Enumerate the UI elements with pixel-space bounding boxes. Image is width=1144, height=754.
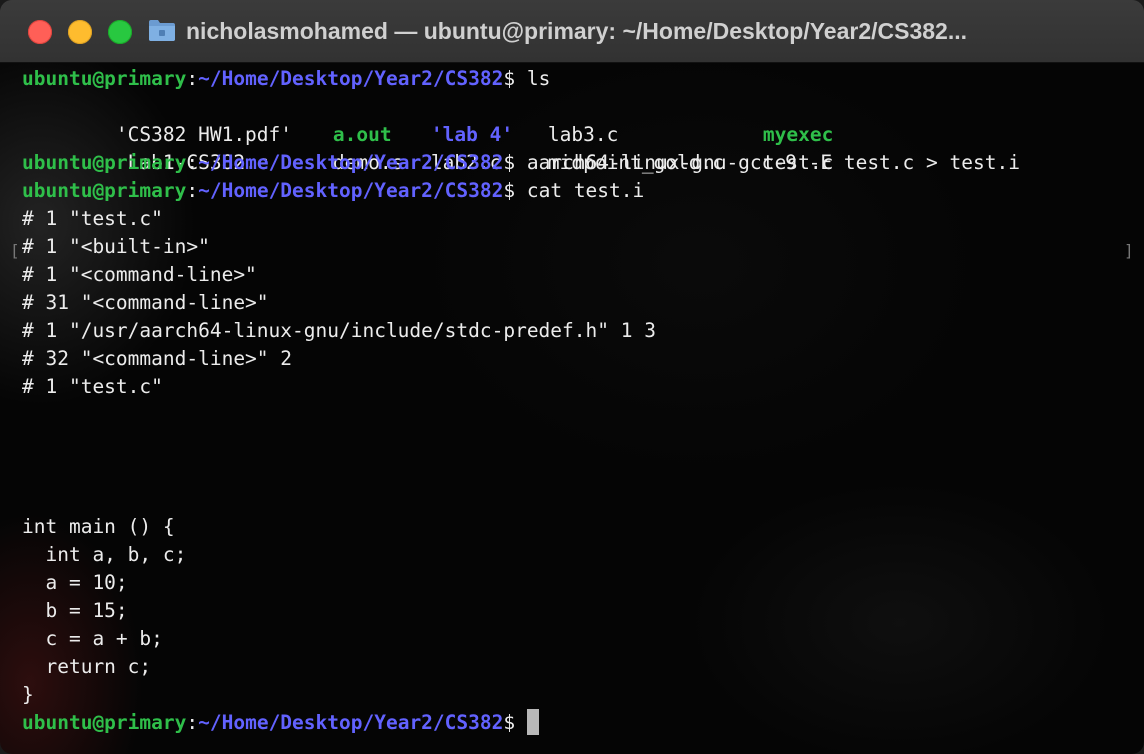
terminal-content[interactable]: [ ] ubuntu@primary:~/Home/Desktop/Year2/… [0, 63, 1144, 754]
prompt-user: ubuntu@primary [22, 67, 187, 90]
output-line: int main () { [22, 515, 175, 538]
prompt-user: ubuntu@primary [22, 179, 187, 202]
command-text: aarch64-linux-gnu-gcc-9 -E test.c > test… [526, 151, 1020, 174]
prompt-path: ~/Home/Desktop/Year2/CS382 [198, 67, 504, 90]
terminal-output: ubuntu@primary:~/Home/Desktop/Year2/CS38… [22, 65, 1020, 737]
prompt-path: ~/Home/Desktop/Year2/CS382 [198, 711, 504, 734]
output-line: # 31 "<command-line>" [22, 291, 269, 314]
output-line: } [22, 683, 34, 706]
output-line: b = 15; [22, 599, 128, 622]
prompt-user: ubuntu@primary [22, 711, 187, 734]
output-line: # 1 "test.c" [22, 375, 163, 398]
prompt-line: ubuntu@primary:~/Home/Desktop/Year2/CS38… [22, 149, 1020, 177]
close-button[interactable] [28, 20, 52, 44]
prompt-line: ubuntu@primary:~/Home/Desktop/Year2/CS38… [22, 65, 1020, 93]
ls-entry: a.out [332, 123, 392, 146]
output-line: # 1 "<built-in>" [22, 235, 210, 258]
mark-bracket-left: [ [10, 241, 20, 260]
prompt-colon: : [186, 151, 199, 174]
ls-entry: myexec [762, 123, 834, 146]
prompt-path: ~/Home/Desktop/Year2/CS382 [198, 151, 504, 174]
prompt-dollar: $ [503, 151, 527, 174]
output-line: return c; [22, 655, 152, 678]
command-text: cat test.i [526, 179, 645, 202]
maximize-button[interactable] [108, 20, 132, 44]
prompt-line: ubuntu@primary:~/Home/Desktop/Year2/CS38… [22, 177, 1020, 205]
prompt-line: ubuntu@primary:~/Home/Desktop/Year2/CS38… [22, 708, 1020, 737]
output-line: # 1 "<command-line>" [22, 263, 257, 286]
prompt-colon: : [186, 179, 199, 202]
title-bar[interactable]: nicholasmohamed — ubuntu@primary: ~/Home… [0, 0, 1144, 63]
minimize-button[interactable] [68, 20, 92, 44]
output-line: a = 10; [22, 571, 128, 594]
ls-entry: 'lab 4' [430, 123, 514, 146]
prompt-dollar: $ [503, 711, 527, 734]
output-line: # 1 "test.c" [22, 207, 163, 230]
ls-row: 'CS382 HW1.pdf' a.out 'lab 4' lab3.c myexec [22, 93, 1020, 146]
prompt-user: ubuntu@primary [22, 151, 187, 174]
output-line: int a, b, c; [22, 543, 187, 566]
prompt-dollar: $ [503, 179, 527, 202]
window-title: nicholasmohamed — ubuntu@primary: ~/Home… [186, 18, 968, 44]
command-text: ls [526, 67, 551, 90]
ls-entry: lab3.c [547, 123, 619, 146]
output-line: c = a + b; [22, 627, 163, 650]
text-cursor[interactable] [526, 708, 539, 735]
prompt-colon: : [186, 711, 199, 734]
output-line: # 32 "<command-line>" 2 [22, 347, 293, 370]
ls-entry: 'CS382 HW1.pdf' [115, 123, 293, 146]
prompt-path: ~/Home/Desktop/Year2/CS382 [198, 179, 504, 202]
prompt-colon: : [186, 67, 199, 90]
output-line: # 1 "/usr/aarch64-linux-gnu/include/stdc… [22, 319, 656, 342]
prompt-dollar: $ [503, 67, 527, 90]
folder-icon [149, 20, 175, 41]
terminal-window: nicholasmohamed — ubuntu@primary: ~/Home… [0, 0, 1144, 754]
mark-bracket-right: ] [1124, 241, 1134, 260]
